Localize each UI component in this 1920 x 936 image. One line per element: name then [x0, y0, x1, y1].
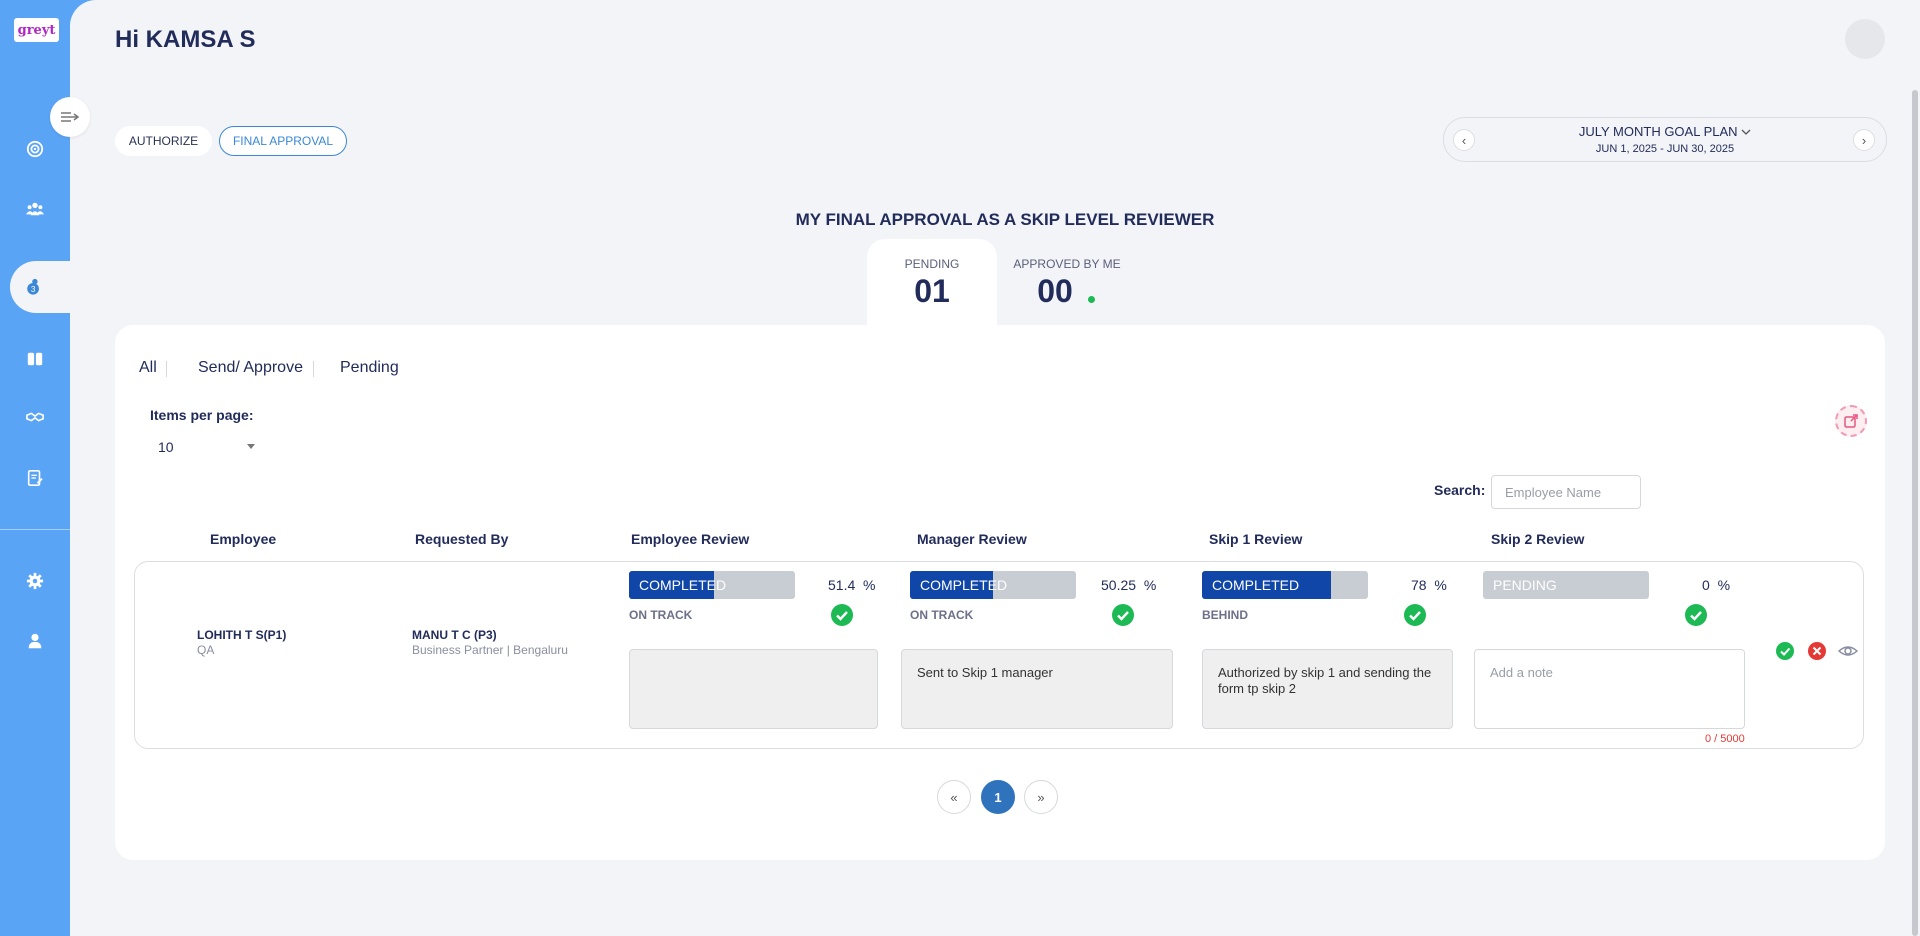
stat-approved-label[interactable]: APPROVED BY ME: [1007, 257, 1127, 271]
percent-value: 0: [1702, 577, 1710, 593]
search-label: Search:: [1434, 482, 1486, 498]
sidebar-badge-count: 3: [31, 285, 36, 294]
filter-all[interactable]: All: [139, 359, 157, 377]
manager-review-note: Sent to Skip 1 manager: [901, 649, 1173, 729]
reject-icon[interactable]: [1807, 641, 1827, 661]
section-title: MY FINAL APPROVAL AS A SKIP LEVEL REVIEW…: [795, 210, 1215, 229]
filter-send-approve[interactable]: Send/ Approve: [198, 359, 303, 377]
sidebar-divider: [0, 529, 70, 530]
pagination-prev-button[interactable]: «: [937, 780, 971, 814]
sidebar: greyt 3: [0, 0, 70, 936]
approve-check-icon[interactable]: [1775, 641, 1795, 661]
employee-review-note: [629, 649, 878, 729]
view-eye-icon[interactable]: [1838, 641, 1858, 661]
sidebar-toggle-button[interactable]: [50, 97, 90, 137]
manager-review-percent: 50.25 %: [1101, 577, 1156, 593]
pagination-page-1[interactable]: 1: [981, 780, 1015, 814]
avatar[interactable]: [1845, 19, 1885, 59]
employee-dept: QA: [197, 643, 215, 657]
percent-unit: %: [1143, 577, 1157, 593]
skip1-review-progress: COMPLETED: [1202, 571, 1368, 599]
col-header-skip2-review: Skip 2 Review: [1491, 531, 1585, 547]
skip2-review-progress: PENDING: [1483, 571, 1649, 599]
items-per-page-value: 10: [158, 439, 174, 455]
approval-list-card: All Send/ Approve Pending Items per page…: [115, 325, 1885, 860]
gear-icon[interactable]: [23, 569, 47, 593]
external-link-icon: [1844, 414, 1858, 428]
skip2-review-percent: 0 %: [1702, 577, 1730, 593]
employee-review-track: ON TRACK: [629, 608, 693, 622]
col-header-manager-review: Manager Review: [917, 531, 1027, 547]
stat-approved-value: 00: [1037, 273, 1073, 309]
handshake-icon[interactable]: [23, 405, 47, 429]
employee-review-progress: COMPLETED: [629, 571, 795, 599]
items-per-page-label: Items per page:: [150, 407, 254, 423]
stat-pending-label: PENDING: [904, 257, 960, 271]
progress-status: COMPLETED: [920, 577, 1008, 593]
manager-review-progress: COMPLETED: [910, 571, 1076, 599]
target-icon[interactable]: [23, 137, 47, 161]
skip1-review-note: Authorized by skip 1 and sending the for…: [1202, 649, 1453, 729]
plan-next-button[interactable]: ›: [1853, 129, 1875, 151]
book-icon[interactable]: [23, 347, 47, 371]
tab-authorize[interactable]: AUTHORIZE: [115, 126, 212, 156]
skip1-review-percent: 78 %: [1411, 577, 1447, 593]
percent-value: 51.4: [828, 577, 856, 593]
progress-status: COMPLETED: [1212, 577, 1300, 593]
user-badge-icon: 3: [22, 275, 46, 299]
main-panel: Hi KAMSA S AUTHORIZE FINAL APPROVAL ‹ JU…: [70, 0, 1920, 936]
filter-divider: [313, 361, 314, 377]
pagination-next-button[interactable]: »: [1024, 780, 1058, 814]
caret-down-icon: [247, 444, 255, 449]
employee-name: LOHITH T S(P1): [197, 628, 287, 642]
filter-divider: [166, 361, 167, 377]
percent-unit: %: [1434, 577, 1447, 593]
progress-status: PENDING: [1493, 577, 1557, 593]
percent-value: 78: [1411, 577, 1427, 593]
search-input[interactable]: [1491, 475, 1641, 509]
manager-review-track: ON TRACK: [910, 608, 974, 622]
check-badge-icon: [831, 604, 853, 626]
skip2-note-input[interactable]: [1474, 649, 1745, 729]
requester-name: MANU T C (P3): [412, 628, 497, 642]
collapse-arrow-icon: [61, 112, 80, 122]
chevron-down-icon: [1741, 129, 1751, 135]
plan-title: JULY MONTH GOAL PLAN: [1578, 124, 1738, 139]
export-button[interactable]: [1835, 405, 1867, 437]
progress-status: COMPLETED: [639, 577, 727, 593]
check-badge-icon: [1404, 604, 1426, 626]
percent-value: 50.25: [1101, 577, 1137, 593]
sidebar-item-active[interactable]: 3: [10, 261, 70, 313]
tab-final-approval[interactable]: FINAL APPROVAL: [219, 126, 347, 156]
percent-unit: %: [1717, 577, 1731, 593]
col-header-requested-by: Requested By: [415, 531, 509, 547]
check-badge-icon: [1685, 604, 1707, 626]
goal-plan-selector[interactable]: ‹ JULY MONTH GOAL PLAN JUN 1, 2025 - JUN…: [1443, 117, 1887, 162]
percent-unit: %: [863, 577, 876, 593]
plan-dates: JUN 1, 2025 - JUN 30, 2025: [1595, 143, 1735, 155]
check-badge-icon: [1112, 604, 1134, 626]
user-icon[interactable]: [23, 629, 47, 653]
stat-pending-value: 01: [914, 273, 950, 309]
app-logo[interactable]: greyt: [14, 18, 59, 42]
filter-pending[interactable]: Pending: [340, 359, 399, 377]
col-header-skip1-review: Skip 1 Review: [1209, 531, 1303, 547]
col-header-employee-review: Employee Review: [631, 531, 750, 547]
table-row: LOHITH T S(P1) QA MANU T C (P3) Business…: [134, 561, 1864, 749]
items-per-page-select[interactable]: 10: [151, 434, 261, 462]
team-icon[interactable]: [23, 197, 47, 221]
page-greeting: Hi KAMSA S: [115, 26, 256, 53]
col-header-employee: Employee: [210, 531, 277, 547]
plan-title-row[interactable]: JULY MONTH GOAL PLAN: [1444, 124, 1886, 139]
status-dot: [1088, 296, 1095, 303]
skip1-review-track: BEHIND: [1202, 608, 1249, 622]
requester-info: Business Partner | Bengaluru: [412, 643, 568, 657]
form-edit-icon[interactable]: [23, 466, 47, 490]
char-count: 0 / 5000: [1705, 733, 1745, 745]
employee-review-percent: 51.4 %: [828, 577, 875, 593]
chevron-right-icon: ›: [1861, 132, 1867, 148]
